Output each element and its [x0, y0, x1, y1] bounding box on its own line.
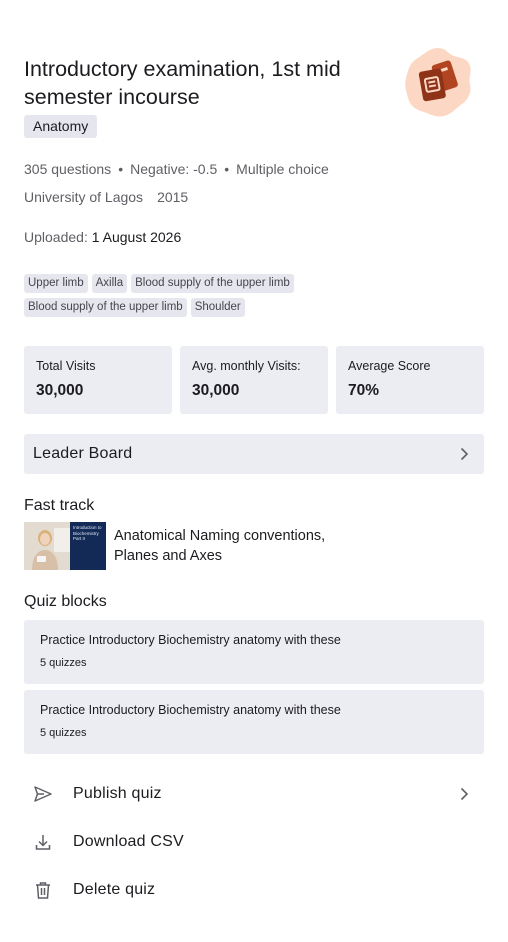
upload-row: Uploaded: 1 August 2026 [24, 228, 181, 246]
institution-row: University of Lagos 2015 [24, 188, 188, 206]
download-csv-label: Download CSV [73, 833, 184, 850]
negative-marking: Negative: -0.5 [130, 161, 218, 177]
stat-label: Average Score [348, 359, 431, 373]
stat-label: Avg. monthly Visits: [192, 359, 301, 373]
quiz-title: Introductory examination, 1st mid semest… [24, 57, 341, 109]
tag-chip[interactable]: Upper limb [24, 274, 88, 293]
quiz-meta-row: 305 questions • Negative: -0.5 • Multiple ch… [24, 160, 329, 178]
stat-value: 70% [348, 382, 380, 399]
stat-label: Total Visits [36, 359, 96, 373]
year: 2015 [157, 189, 189, 205]
delete-quiz-button[interactable]: Delete quiz [24, 866, 484, 914]
question-type: Multiple choice [236, 161, 329, 177]
tag-chip[interactable]: Axilla [91, 274, 128, 293]
quiz-cards-icon [402, 46, 474, 118]
quiz-block-card[interactable]: Practice Introductory Biochemistry anato… [24, 620, 484, 684]
fast-track-heading: Fast track [24, 497, 95, 514]
tag-chip[interactable]: Shoulder [190, 298, 245, 317]
tag-chip[interactable]: Blood supply of the upper limb [131, 274, 294, 293]
slide-title: Introduction to Biochemistry Part II [70, 522, 106, 570]
download-csv-button[interactable]: Download CSV [24, 818, 484, 866]
stat-card-monthly-visits: Avg. monthly Visits: 30,000 [180, 346, 328, 414]
stats-row: Total Visits 30,000 Avg. monthly Visits:… [24, 346, 484, 414]
video-thumbnail: Introduction to Biochemistry Part II [24, 522, 106, 570]
quiz-block-title: Practice Introductory Biochemistry anato… [40, 633, 341, 647]
quiz-block-count: 5 quizzes [40, 727, 87, 739]
quiz-block-count: 5 quizzes [40, 657, 87, 669]
quiz-blocks-heading: Quiz blocks [24, 593, 107, 610]
stat-value: 30,000 [192, 382, 240, 399]
trash-icon [24, 866, 62, 914]
publish-quiz-button[interactable]: Publish quiz [24, 770, 484, 818]
question-count: 305 questions [24, 161, 112, 177]
topic-tags: Upper limb Axilla Blood supply of the up… [24, 274, 324, 317]
stat-value: 30,000 [36, 382, 84, 399]
chevron-right-icon [444, 434, 484, 474]
quiz-block-title: Practice Introductory Biochemistry anato… [40, 703, 341, 717]
leaderboard-label: Leader Board [33, 445, 133, 462]
separator-dot: • [224, 161, 230, 177]
leaderboard-button[interactable]: Leader Board [24, 434, 484, 474]
fast-track-item[interactable]: Introduction to Biochemistry Part II Ana… [24, 522, 484, 570]
separator-dot: • [118, 161, 124, 177]
quiz-block-card[interactable]: Practice Introductory Biochemistry anato… [24, 690, 484, 754]
publish-quiz-label: Publish quiz [73, 785, 162, 802]
tag-chip[interactable]: Blood supply of the upper limb [24, 298, 187, 317]
institution: University of Lagos [24, 189, 144, 205]
download-icon [24, 818, 62, 866]
send-icon [24, 770, 62, 818]
uploaded-date: 1 August 2026 [91, 229, 182, 245]
subject-chip: Anatomy [24, 115, 98, 138]
delete-quiz-label: Delete quiz [73, 881, 156, 898]
fast-track-title: Anatomical Naming conventions, Planes an… [114, 528, 326, 564]
stat-card-average-score: Average Score 70% [336, 346, 484, 414]
chevron-right-icon [444, 774, 484, 814]
presenter-photo [24, 522, 70, 570]
uploaded-label: Uploaded: [24, 229, 88, 245]
stat-card-total-visits: Total Visits 30,000 [24, 346, 172, 414]
